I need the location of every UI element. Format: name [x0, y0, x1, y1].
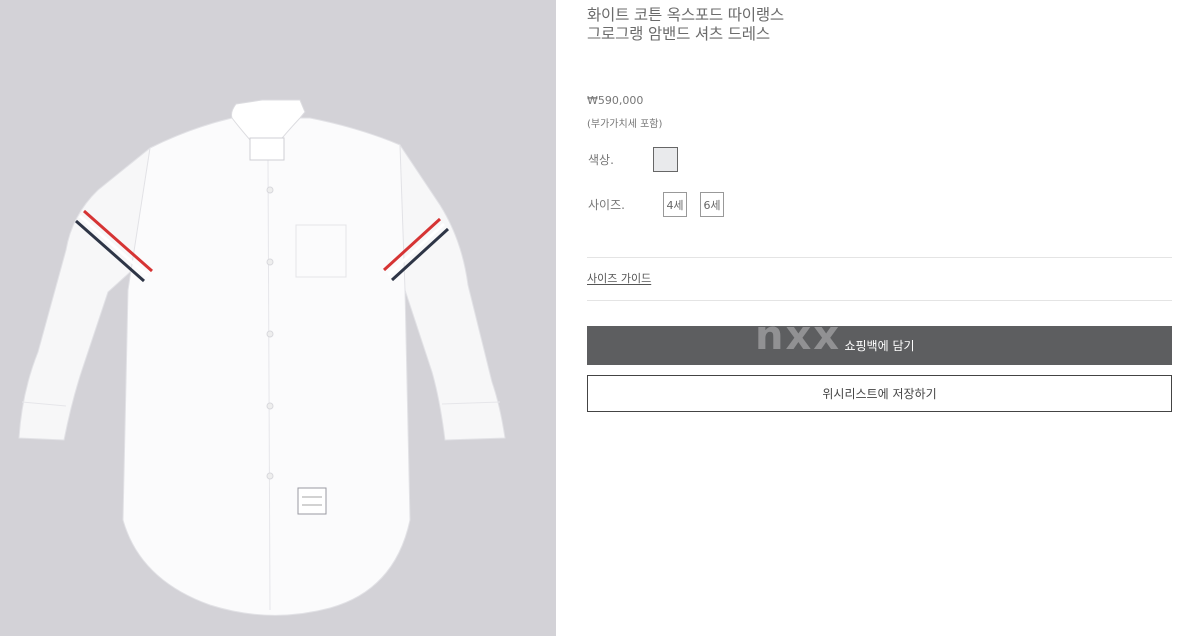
- size-option-4[interactable]: 4세: [663, 192, 687, 217]
- divider: [587, 300, 1172, 301]
- product-title: 화이트 코튼 옥스포드 따이랭스 그로그랭 암밴드 셔츠 드레스: [587, 6, 784, 43]
- color-swatch-white[interactable]: [653, 147, 678, 172]
- size-guide-link[interactable]: 사이즈 가이드: [587, 270, 651, 286]
- product-image[interactable]: [0, 0, 556, 636]
- white-shirt-dress-photo-icon: [18, 99, 506, 616]
- size-label: 사이즈.: [588, 198, 625, 212]
- divider: [587, 257, 1172, 258]
- size-option-6[interactable]: 6세: [700, 192, 724, 217]
- color-label: 색상.: [588, 153, 614, 167]
- add-to-cart-button[interactable]: nxx 쇼핑백에 담기: [587, 326, 1172, 365]
- vat-note: (부가가치세 포함): [587, 119, 663, 130]
- add-to-cart-label: 쇼핑백에 담기: [844, 339, 915, 353]
- product-info: 화이트 코튼 옥스포드 따이랭스 그로그랭 암밴드 셔츠 드레스 ₩590,00…: [587, 0, 1172, 636]
- product-price: ₩590,000: [587, 94, 644, 107]
- watermark: nxx: [755, 326, 842, 359]
- save-to-wishlist-button[interactable]: 위시리스트에 저장하기: [587, 375, 1172, 412]
